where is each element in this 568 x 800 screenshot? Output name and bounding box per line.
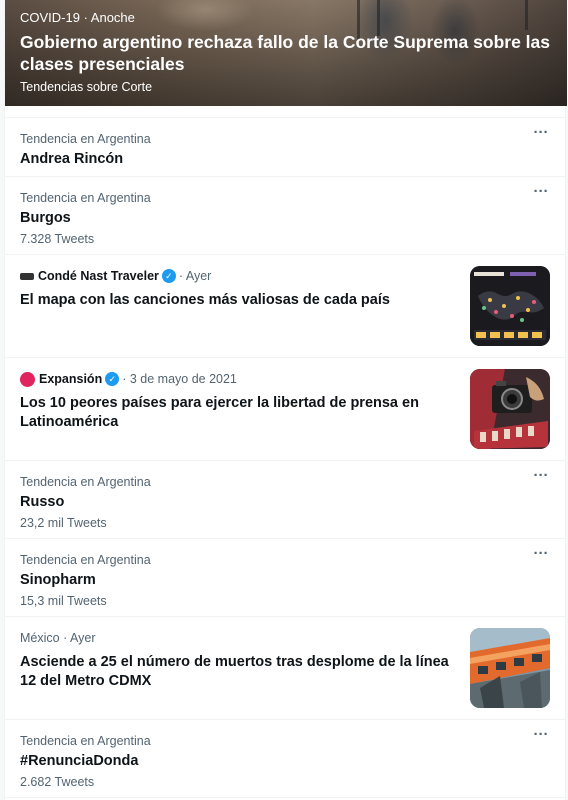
verified-badge-icon: ✓	[105, 372, 120, 386]
tweet-count: 23,2 mil Tweets	[20, 516, 107, 530]
trend-item[interactable]: Tendencia en Argentina Burgos 7.328 Twee…	[5, 177, 565, 255]
more-options-icon[interactable]: ···	[532, 727, 550, 744]
trend-context: Tendencia en Argentina	[20, 191, 151, 205]
news-time: · Ayer	[178, 269, 212, 283]
trend-item[interactable]: Tendencia en Argentina Russo 23,2 mil Tw…	[5, 461, 565, 539]
news-item[interactable]: Expansión ✓ · 3 de mayo de 2021 Los 10 p…	[5, 358, 565, 461]
news-headline: Asciende a 25 el número de muertos tras …	[20, 654, 449, 689]
tweet-count: 15,3 mil Tweets	[20, 594, 107, 608]
trend-title: Andrea Rincón	[20, 151, 124, 167]
news-headline: Los 10 peores países para ejercer la lib…	[20, 395, 419, 430]
trend-context: Tendencia en Argentina	[20, 475, 151, 489]
featured-story-title: Gobierno argentino rechaza fallo de la C…	[20, 32, 550, 74]
trend-context: Tendencia en Argentina	[20, 734, 151, 748]
featured-story[interactable]: COVID-19 · Anoche Gobierno argentino rec…	[5, 0, 567, 106]
news-source: Expansión	[39, 372, 103, 386]
divider	[5, 106, 565, 118]
featured-story-meta: COVID-19 · Anoche	[20, 10, 135, 25]
more-options-icon[interactable]: ···	[532, 184, 550, 201]
news-thumbnail[interactable]	[470, 369, 550, 449]
trend-title: Russo	[20, 494, 65, 510]
tweet-count: 2.682 Tweets	[20, 775, 95, 789]
trend-item[interactable]: Tendencia en Argentina #RenunciaDonda 2.…	[5, 720, 565, 798]
news-item[interactable]: México · Ayer Asciende a 25 el número de…	[5, 617, 565, 720]
trends-panel: COVID-19 · Anoche Gobierno argentino rec…	[4, 0, 567, 800]
news-source: Condé Nast Traveler	[38, 269, 159, 283]
source-logo-icon	[20, 273, 34, 280]
trend-item[interactable]: Tendencia en Argentina Andrea Rincón ···	[5, 118, 565, 177]
verified-badge-icon: ✓	[161, 269, 176, 283]
trend-title: #RenunciaDonda	[20, 753, 139, 769]
more-options-icon[interactable]: ···	[532, 468, 550, 485]
trend-context: Tendencia en Argentina	[20, 132, 151, 146]
more-options-icon[interactable]: ···	[532, 125, 550, 142]
news-item[interactable]: Condé Nast Traveler ✓ · Ayer El mapa con…	[5, 255, 565, 358]
trend-item[interactable]: Tendencia en Argentina Sinopharm 15,3 mi…	[5, 539, 565, 617]
news-thumbnail[interactable]	[470, 628, 550, 708]
trend-context: Tendencia en Argentina	[20, 553, 151, 567]
featured-story-subtitle: Tendencias sobre Corte	[20, 80, 153, 94]
trend-title: Burgos	[20, 210, 71, 226]
tweet-count: 7.328 Tweets	[20, 232, 95, 246]
source-logo-icon	[20, 371, 35, 387]
news-thumbnail[interactable]	[470, 266, 550, 346]
more-options-icon[interactable]: ···	[532, 546, 550, 563]
news-headline: El mapa con las canciones más valiosas d…	[20, 292, 390, 308]
trend-title: Sinopharm	[20, 572, 96, 588]
news-time: · 3 de mayo de 2021	[122, 372, 237, 386]
